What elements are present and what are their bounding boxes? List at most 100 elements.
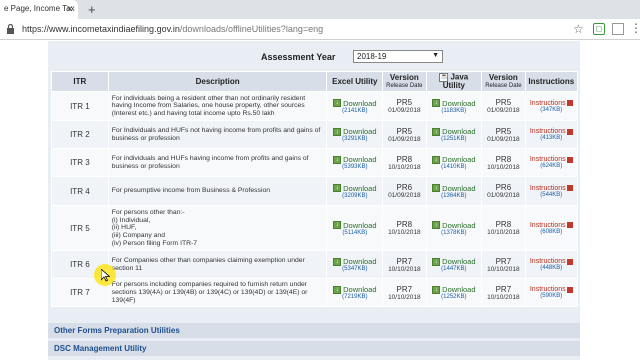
assessment-year-select[interactable]: 2018-19 ▼ <box>353 50 443 63</box>
dsc-utility-link[interactable]: DSC Management Utility <box>54 344 146 353</box>
java-download-link[interactable]: ↓ Download <box>432 285 476 294</box>
java-utility-cell: ↓ Download (1410KB) <box>425 148 483 178</box>
java-version-cell: PR8 10/10/2018 <box>481 148 526 178</box>
java-utility-cell: ↓ Download (1251KB) <box>425 120 483 150</box>
java-file-size: (1252KB) <box>441 294 467 301</box>
bookmark-star-icon[interactable]: ☆ <box>573 22 584 36</box>
java-download-link[interactable]: ↓ Download <box>432 98 476 108</box>
new-tab-icon[interactable]: + <box>88 2 96 17</box>
other-forms-section[interactable]: Other Forms Preparation Utilities <box>48 323 580 338</box>
excel-release-date: 10/10/2018 <box>388 293 421 301</box>
dsc-section[interactable]: DSC Management Utility <box>48 341 580 356</box>
close-tab-icon[interactable]: ✕ <box>66 4 74 15</box>
header-description: Description <box>107 70 328 93</box>
download-label: Download <box>442 98 476 108</box>
itr-description-cell: For Companies other than companies claim… <box>107 250 328 280</box>
java-version: PR6 <box>495 183 512 193</box>
instructions-link[interactable]: Instructions <box>530 286 573 293</box>
browser-tab[interactable]: e Page, Income Tax ✕ <box>0 0 78 19</box>
excel-file-size: (5347KB) <box>342 266 368 273</box>
other-forms-link[interactable]: Other Forms Preparation Utilities <box>54 326 180 335</box>
header-release-date-label: Release Date <box>485 82 522 89</box>
table-row: ITR 2 For Individuals and HUFs not having… <box>51 120 579 150</box>
java-file-size: (1410KB) <box>441 164 467 171</box>
java-release-date: 10/10/2018 <box>487 163 520 171</box>
download-label: Download <box>343 220 377 230</box>
pdf-icon <box>566 100 573 107</box>
java-version-cell: PR5 01/09/2018 <box>481 120 526 150</box>
url-host: https://www.incometaxindiaefiling.gov.in <box>22 24 180 34</box>
excel-download-link[interactable]: ↓ Download <box>333 257 377 266</box>
instructions-file-size: (347KB) <box>540 106 563 113</box>
instructions-file-size: (590KB) <box>540 293 563 300</box>
instructions-cell: Instructions (624KB) <box>524 148 579 178</box>
instructions-link[interactable]: Instructions <box>530 258 573 265</box>
itr-name-cell: ITR 1 <box>51 91 109 122</box>
excel-version-cell: PR7 10/10/2018 <box>382 250 427 280</box>
assessment-year-value: 2018-19 <box>357 52 387 61</box>
download-label: Download <box>343 183 377 193</box>
java-release-date: 10/10/2018 <box>487 293 520 301</box>
download-icon: ↓ <box>333 127 342 136</box>
excel-download-link[interactable]: ↓ Download <box>333 127 377 136</box>
excel-utility-cell: ↓ Download (5114KB) <box>326 205 384 252</box>
java-version-cell: PR7 10/10/2018 <box>481 250 526 280</box>
excel-utility-cell: ↓ Download (3209KB) <box>326 176 384 207</box>
url-text[interactable]: https://www.incometaxindiaefiling.gov.in… <box>22 24 323 34</box>
header-instructions: Instructions <box>524 70 579 93</box>
instructions-cell: Instructions (608KB) <box>524 205 579 252</box>
excel-file-size: (5114KB) <box>342 229 368 236</box>
instructions-file-size: (448KB) <box>540 265 563 272</box>
extension-box-icon[interactable] <box>612 23 624 35</box>
extension-icon[interactable]: ◻ <box>593 23 605 35</box>
java-version-cell: PR7 10/10/2018 <box>481 278 526 308</box>
java-download-link[interactable]: ↓ Download <box>432 127 476 136</box>
excel-file-size: (5393KB) <box>342 164 368 171</box>
header-version-label: Version <box>389 73 419 83</box>
instructions-link[interactable]: Instructions <box>530 100 573 107</box>
itr-utilities-table: ITR Description Excel Utility Version Rel… <box>51 70 579 308</box>
excel-download-link[interactable]: ↓ Download <box>333 183 377 193</box>
excel-release-date: 01/09/2018 <box>388 135 421 143</box>
excel-version-cell: PR5 01/09/2018 <box>382 120 427 150</box>
instructions-link[interactable]: Instructions <box>530 128 573 135</box>
download-icon: ↓ <box>333 221 342 230</box>
excel-download-link[interactable]: ↓ Download <box>333 285 377 294</box>
pdf-icon <box>566 286 573 293</box>
download-label: Download <box>442 220 476 230</box>
browser-menu-icon[interactable]: ⋮ <box>630 21 640 35</box>
excel-version-cell: PR8 10/10/2018 <box>382 148 427 178</box>
instructions-label: Instructions <box>529 258 566 266</box>
address-bar[interactable]: https://www.incometaxindiaefiling.gov.in… <box>0 19 640 40</box>
instructions-link[interactable]: Instructions <box>530 156 573 163</box>
instructions-link[interactable]: Instructions <box>530 222 573 229</box>
download-icon: ↓ <box>432 155 441 164</box>
java-download-link[interactable]: ↓ Download <box>432 155 476 165</box>
download-icon: ↓ <box>432 127 441 136</box>
java-download-link[interactable]: ↓ Download <box>432 184 476 193</box>
java-version-cell: PR5 01/09/2018 <box>481 91 526 122</box>
excel-download-link[interactable]: ↓ Download <box>333 220 377 230</box>
table-row: ITR 1 For individuals being a resident ot… <box>51 91 579 122</box>
instructions-label: Instructions <box>529 99 566 107</box>
download-icon: ↓ <box>333 155 342 164</box>
header-itr: ITR <box>51 70 109 93</box>
java-download-link[interactable]: ↓ Download <box>432 220 476 230</box>
java-utility-cell: ↓ Download (1183KB) <box>425 91 483 122</box>
java-file-size: (1364KB) <box>441 192 467 199</box>
header-release-date-label: Release Date <box>386 82 423 89</box>
excel-download-link[interactable]: ↓ Download <box>333 155 377 164</box>
browser-tab-bar: e Page, Income Tax ✕ + <box>0 0 640 19</box>
header-excel-version: Version Release Date <box>382 70 427 93</box>
instructions-file-size: (608KB) <box>540 228 563 235</box>
itr-description-cell: For Individuals and HUFs not having inco… <box>107 120 328 150</box>
page-content: Assessment Year 2018-19 ▼ ITR Descriptio… <box>0 41 640 360</box>
table-header-row: ITR Description Excel Utility Version Rel… <box>51 70 579 93</box>
excel-version-cell: PR6 01/09/2018 <box>382 176 427 207</box>
excel-download-link[interactable]: ↓ Download <box>333 99 377 108</box>
instructions-label: Instructions <box>529 184 566 192</box>
instructions-link[interactable]: Instructions <box>530 185 573 192</box>
java-version: PR8 <box>495 220 512 230</box>
download-label: Download <box>442 155 476 165</box>
java-download-link[interactable]: ↓ Download <box>432 257 476 266</box>
